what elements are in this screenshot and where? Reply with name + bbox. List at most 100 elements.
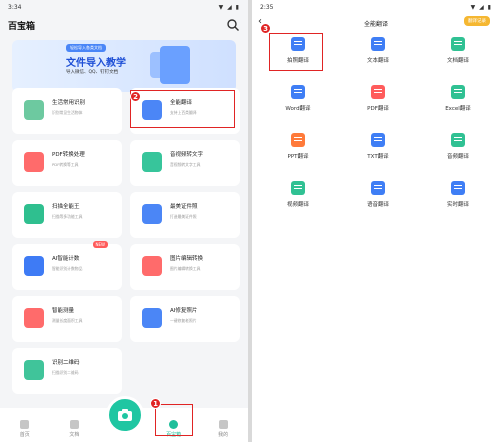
left-screen: 3:34 ▼ ◢ ▮ 百宝箱 轻松导入各类文档 文件导入教学 导入微信、QQ、钉…: [0, 0, 248, 442]
translate-history-button[interactable]: 翻译记录: [464, 16, 490, 26]
translate-option-label: 音频翻译: [446, 153, 469, 160]
tab-mine[interactable]: 我的: [203, 420, 243, 438]
status-icons: ▼ ◢ ▮: [470, 4, 492, 11]
card-image-edit[interactable]: 图片编辑转换 图片编辑转换工具: [130, 244, 240, 290]
translate-option[interactable]: 音频翻译: [418, 126, 498, 166]
tool-icon: [142, 308, 162, 328]
banner-subtitle: 轻松导入各类文档: [66, 44, 106, 52]
tool-description: PDF转换等工具: [52, 162, 79, 167]
tool-name: AI智能计数: [52, 256, 80, 262]
tool-icon: [24, 152, 44, 172]
translate-option-label: 视频翻译: [286, 201, 309, 208]
tool-description: 打造最美证件照: [170, 214, 197, 219]
tool-description: 识别常见生活物体: [52, 110, 83, 115]
translate-option[interactable]: PPT翻译: [258, 126, 338, 166]
translate-option[interactable]: PDF翻译: [338, 78, 418, 118]
tool-name: 音视频转文字: [170, 152, 204, 158]
translate-option[interactable]: 实时翻译: [418, 174, 498, 214]
banner-title: 文件导入教学: [66, 58, 126, 69]
translate-option[interactable]: TXT翻译: [338, 126, 418, 166]
page-title: 全能翻译: [363, 21, 388, 28]
card-life-recognition[interactable]: 生活常用识别 识别常见生活物体: [12, 88, 122, 134]
camera-icon: [118, 409, 132, 421]
tool-description: 一键修复老照片: [170, 318, 197, 323]
card-pdf[interactable]: PDF转换处理 PDF转换等工具: [12, 140, 122, 186]
document-icon: [69, 420, 79, 429]
translate-option-icon: [371, 180, 385, 195]
translate-option[interactable]: 文本翻译: [338, 30, 418, 70]
tool-description: 音视频转文字工具: [170, 162, 201, 167]
translate-option-label: PDF翻译: [367, 105, 389, 112]
import-tutorial-banner[interactable]: 轻松导入各类文档 文件导入教学 导入微信、QQ、钉钉文档: [12, 40, 236, 92]
tool-icon: [24, 256, 44, 276]
translate-option-icon: [371, 132, 385, 147]
banner-description: 导入微信、QQ、钉钉文档: [66, 70, 119, 75]
translate-option-icon: [451, 180, 465, 195]
step-badge-2: 2: [130, 91, 141, 102]
translate-option-icon: [291, 84, 305, 99]
tool-name: 扫描全能王: [52, 204, 80, 210]
card-audio-to-text[interactable]: 音视频转文字 音视频转文字工具: [130, 140, 240, 186]
highlight-toolbox-tab: [155, 404, 193, 436]
translate-option[interactable]: Word翻译: [258, 78, 338, 118]
tool-name: 图片编辑转换: [170, 256, 204, 262]
highlight-translate-card: [130, 90, 235, 128]
translate-option-label: 文档翻译: [446, 57, 469, 64]
translate-option[interactable]: Excel翻译: [418, 78, 498, 118]
translate-option-label: Excel翻译: [445, 105, 471, 112]
tool-name: 识别二维码: [52, 360, 80, 366]
highlight-photo-translate: [269, 33, 323, 71]
card-scanner[interactable]: 扫描全能王 扫描等多功能工具: [12, 192, 122, 238]
translate-option-icon: [291, 180, 305, 195]
translate-option[interactable]: 语音翻译: [338, 174, 418, 214]
tab-docs[interactable]: 文档: [54, 420, 94, 438]
phone-illustration: [160, 46, 190, 84]
translate-option[interactable]: 文档翻译: [418, 30, 498, 70]
status-icons: ▼ ◢ ▮: [218, 4, 240, 11]
tool-name: 智能测量: [52, 308, 75, 314]
tool-icon: [24, 100, 44, 120]
tool-description: 扫描识别二维码: [52, 370, 79, 375]
translate-option-label: Word翻译: [285, 105, 311, 112]
search-icon[interactable]: [226, 18, 240, 32]
translate-option-icon: [291, 132, 305, 147]
translate-option[interactable]: 视频翻译: [258, 174, 338, 214]
tool-description: 图片编辑转换工具: [170, 266, 201, 271]
card-ai-repair[interactable]: AI修复照片 一键修复老照片: [130, 296, 240, 342]
card-ai-count[interactable]: AI智能计数 智能识别计数物品 NEW: [12, 241, 122, 290]
tool-description: 智能识别计数物品: [52, 266, 83, 271]
step-badge-1: 1: [150, 398, 161, 409]
tool-icon: [24, 308, 44, 328]
tool-name: AI修复照片: [170, 308, 198, 314]
tool-name: 最美证件照: [170, 204, 198, 210]
profile-icon: [218, 420, 228, 429]
card-measure[interactable]: 智能测量测量长度面积工具: [12, 296, 122, 342]
card-id-photo[interactable]: 最美证件照打造最美证件照: [130, 192, 240, 238]
tool-name: PDF转换处理: [52, 152, 85, 158]
status-bar: 3:34 ▼ ◢ ▮: [0, 0, 248, 14]
tool-icon: [142, 256, 162, 276]
tool-icon: [24, 360, 44, 380]
status-bar: 2:35 ▼ ◢ ▮: [252, 0, 500, 14]
right-screen: 2:35 ▼ ◢ ▮ ‹ 全能翻译 翻译记录 拍照翻译 文本翻译 文档翻译 Word翻…: [252, 0, 500, 442]
translate-option-icon: [371, 36, 385, 51]
translate-option-icon: [451, 84, 465, 99]
status-time: 2:35: [260, 4, 274, 11]
tool-description: 测量长度面积工具: [52, 318, 83, 323]
translate-option-label: 文本翻译: [366, 57, 389, 64]
translate-option-label: 实时翻译: [446, 201, 469, 208]
translate-option-icon: [371, 84, 385, 99]
card-qr-code[interactable]: 识别二维码扫描识别二维码: [12, 348, 122, 394]
tool-icon: [24, 204, 44, 224]
step-badge-3: 3: [260, 23, 271, 34]
camera-button[interactable]: [106, 396, 144, 434]
tool-icon: [142, 204, 162, 224]
page-title: 百宝箱: [8, 21, 36, 32]
tool-name: 生活常用识别: [52, 100, 86, 106]
tab-home[interactable]: 首页: [5, 420, 45, 438]
translate-option-label: 语音翻译: [366, 201, 389, 208]
status-time: 3:34: [8, 4, 22, 11]
home-icon: [20, 420, 30, 429]
new-badge: NEW: [92, 241, 108, 248]
translate-option-icon: [451, 36, 465, 51]
